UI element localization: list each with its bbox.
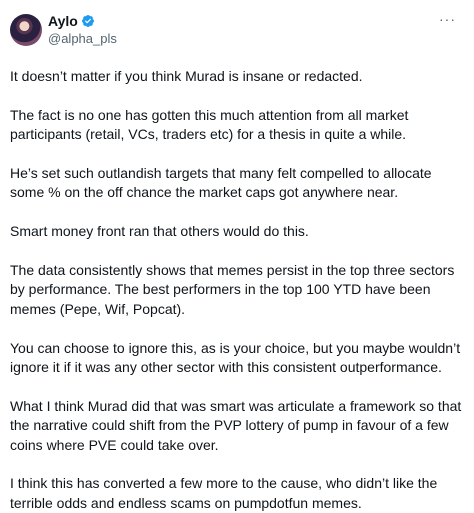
tweet-paragraph: I think this has converted a few more to… — [10, 475, 438, 511]
tweet-card: Aylo @alpha_pls ··· It doesn’t matter if… — [0, 0, 474, 511]
tweet-paragraph: The fact is no one has gotten this much … — [10, 106, 409, 143]
author-handle[interactable]: @alpha_pls — [48, 30, 117, 48]
tweet-header: Aylo @alpha_pls — [10, 12, 462, 52]
verified-badge-icon — [81, 14, 95, 28]
tweet-paragraph: You can choose to ignore this, as is you… — [10, 339, 461, 376]
tweet-text: It doesn’t matter if you think Murad is … — [10, 67, 462, 513]
tweet-paragraph: The data consistently shows that memes p… — [10, 262, 455, 317]
more-icon[interactable]: ··· — [439, 11, 456, 27]
tweet-paragraph: He’s set such outlandish targets that ma… — [10, 165, 432, 201]
display-name[interactable]: Aylo — [48, 12, 78, 30]
author-names: Aylo @alpha_pls — [48, 12, 117, 48]
display-name-row: Aylo — [48, 12, 117, 30]
tweet-paragraph: What I think Murad did that was smart wa… — [10, 397, 462, 453]
tweet-paragraph: It doesn’t matter if you think Murad is … — [10, 68, 363, 84]
avatar[interactable] — [10, 14, 42, 46]
tweet-paragraph: Smart money front ran that others would … — [10, 223, 309, 240]
